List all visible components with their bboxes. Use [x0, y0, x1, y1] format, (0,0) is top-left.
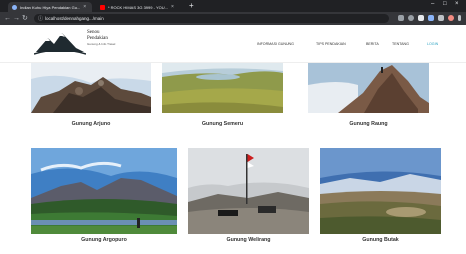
nav-tips-pendakian[interactable]: TIPS PENDAKIAN [316, 42, 346, 46]
star-icon[interactable] [408, 15, 414, 21]
extension-icon[interactable] [428, 15, 434, 21]
brand[interactable]: Senou Pendakian Gunung & Info Travel [87, 30, 132, 46]
browser-toolbar: ← → ↻ ⓘ localhost/dennahgang.../main [0, 12, 466, 25]
mountain-image[interactable] [188, 148, 309, 234]
tab-favicon-icon [12, 4, 17, 10]
menu-icon[interactable] [458, 15, 461, 21]
mountain-name[interactable]: Gunung Raung [308, 121, 429, 127]
nav-tentang[interactable]: TENTANG [392, 42, 409, 46]
info-icon[interactable]: ⓘ [38, 15, 43, 22]
mountain-gallery: Gunung Arjuno Gunung Semeru Gunung Raung… [0, 63, 466, 254]
extension-icon[interactable] [418, 15, 424, 21]
close-window-icon[interactable]: × [455, 1, 459, 7]
maximize-icon[interactable]: □ [443, 1, 447, 7]
new-tab-button[interactable]: + [189, 2, 194, 10]
nav-info-gunung[interactable]: INFORMASI GUNUNG [257, 42, 294, 46]
puzzle-icon[interactable] [438, 15, 444, 21]
mountain-name[interactable]: Gunung Semeru [162, 121, 283, 127]
browser-tab-active[interactable]: Indian Kuhu Hiya Pendakian Gu... × [8, 2, 92, 12]
mountain-card[interactable]: Gunung Argopuro [31, 148, 177, 248]
close-tab-icon[interactable]: × [171, 4, 174, 10]
nav-login[interactable]: LOGIN [427, 42, 438, 46]
mountain-image[interactable] [31, 148, 177, 234]
forward-icon[interactable]: → [13, 15, 20, 22]
address-bar[interactable]: ⓘ localhost/dennahgang.../main [34, 14, 389, 23]
mountain-image[interactable] [308, 63, 429, 113]
mountain-logo-icon[interactable] [34, 30, 86, 56]
browser-tab-bar: Indian Kuhu Hiya Pendakian Gu... × * ROC… [0, 0, 466, 12]
mountain-card[interactable]: Gunung Semeru [162, 63, 283, 131]
share-icon[interactable] [398, 15, 404, 21]
mountain-image[interactable] [320, 148, 441, 234]
mountain-card[interactable]: Gunung Welirang [188, 148, 309, 248]
mountain-card[interactable]: Gunung Arjuno [31, 63, 151, 131]
mountain-card[interactable]: Gunung Butak [320, 148, 441, 248]
profile-avatar[interactable] [448, 15, 454, 21]
tab-title: Indian Kuhu Hiya Pendakian Gu... [20, 4, 81, 10]
nav-berita[interactable]: BERITA [366, 42, 379, 46]
mountain-name[interactable]: Gunung Welirang [188, 237, 309, 243]
brand-tagline: Gunung & Info Travel [87, 42, 116, 46]
mountain-name[interactable]: Gunung Argopuro [31, 237, 177, 243]
url-text: localhost/dennahgang.../main [45, 16, 104, 21]
minimize-icon[interactable]: – [431, 1, 434, 7]
reload-icon[interactable]: ↻ [22, 15, 28, 22]
mountain-name[interactable]: Gunung Butak [320, 237, 441, 243]
tab-title: * ROCK HIMAS 3G 3999 - YOU... [108, 4, 168, 10]
browser-tab[interactable]: * ROCK HIMAS 3G 3999 - YOU... × [96, 2, 186, 12]
mountain-image[interactable] [162, 63, 283, 113]
mountain-card[interactable]: Gunung Raung [308, 63, 429, 131]
mountain-image[interactable] [31, 63, 151, 113]
back-icon[interactable]: ← [4, 15, 11, 22]
mountain-name[interactable]: Gunung Arjuno [31, 121, 151, 127]
youtube-favicon-icon [100, 4, 105, 10]
close-tab-icon[interactable]: × [83, 4, 86, 10]
site-header: Senou Pendakian Gunung & Info Travel INF… [0, 25, 466, 63]
